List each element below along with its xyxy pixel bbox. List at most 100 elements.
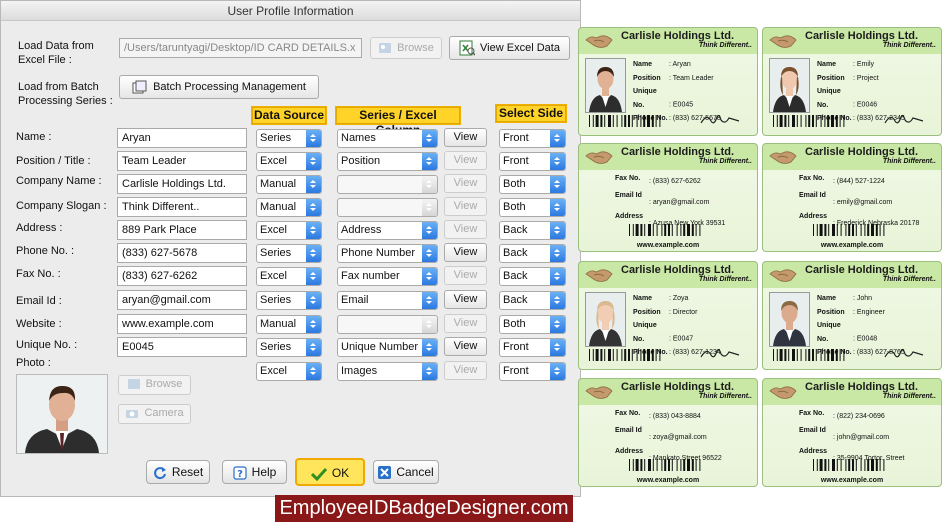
- input-company-name[interactable]: Carlisle Holdings Ltd.: [117, 174, 247, 194]
- card-company-name: Carlisle Holdings Ltd.: [621, 264, 735, 276]
- column-select-company-slogan-chevron-icon: [422, 199, 437, 216]
- input-unique-no[interactable]: E0045: [117, 337, 247, 357]
- excel-icon: [459, 40, 476, 56]
- card-company-name: Carlisle Holdings Ltd.: [805, 30, 919, 42]
- view-button-address[interactable]: View: [444, 220, 487, 239]
- column-select-phone-no[interactable]: Phone Number: [337, 244, 438, 263]
- column-select-company-name[interactable]: [337, 175, 438, 194]
- batch-processing-button[interactable]: Batch Processing Management: [119, 75, 319, 99]
- browse-excel-button[interactable]: Browse: [370, 37, 442, 59]
- column-select-phone-no-chevron-icon: [422, 245, 437, 262]
- ok-button[interactable]: OK: [295, 458, 365, 486]
- view-button-unique-no[interactable]: View: [444, 337, 487, 356]
- side-select-company-name-chevron-icon: [550, 176, 565, 193]
- side-select-company-slogan[interactable]: Both: [499, 198, 566, 217]
- view-button-photo[interactable]: View: [444, 361, 487, 380]
- card-photo-frame: [769, 58, 810, 113]
- series-column-header: Series / Excel Column: [336, 107, 460, 137]
- browse-photo-button[interactable]: Browse: [118, 375, 191, 395]
- help-button[interactable]: ? Help: [222, 460, 287, 484]
- input-website[interactable]: www.example.com: [117, 314, 247, 334]
- column-select-photo-value: Images: [341, 365, 378, 377]
- source-select-phone-no-chevron-icon: [306, 245, 321, 262]
- side-select-position-title-chevron-icon: [550, 153, 565, 170]
- cancel-button[interactable]: Cancel: [373, 460, 439, 484]
- column-select-address[interactable]: Address: [337, 221, 438, 240]
- card-slogan: Think Different..: [882, 42, 936, 49]
- source-select-name[interactable]: Series: [256, 129, 322, 148]
- column-select-email-id[interactable]: Email: [337, 291, 438, 310]
- card-row-email: Email Id: john@gmail.com: [799, 424, 904, 445]
- input-fax-no[interactable]: (833) 627-6262: [117, 266, 247, 286]
- side-select-unique-no[interactable]: Front: [499, 338, 566, 357]
- card-row-fax: Fax No.: (822) 234-0696: [799, 407, 904, 424]
- person-photo: [17, 375, 107, 453]
- source-select-fax-no-value: Excel: [260, 270, 287, 282]
- card-label-email: Email Id: [799, 192, 826, 199]
- source-select-unique-no-chevron-icon: [306, 339, 321, 356]
- column-select-position-title[interactable]: Position: [337, 152, 438, 171]
- input-email-id[interactable]: aryan@gmail.com: [117, 290, 247, 310]
- reset-button[interactable]: Reset: [146, 460, 210, 484]
- source-select-position-title[interactable]: Excel: [256, 152, 322, 171]
- view-button-email-id[interactable]: View: [444, 290, 487, 309]
- side-select-fax-no[interactable]: Back: [499, 267, 566, 286]
- source-select-fax-no[interactable]: Excel: [256, 267, 322, 286]
- handshake-icon: [769, 147, 797, 166]
- source-select-address[interactable]: Excel: [256, 221, 322, 240]
- side-select-address[interactable]: Back: [499, 221, 566, 240]
- source-select-company-slogan[interactable]: Manual: [256, 198, 322, 217]
- card-value-unique: E0046: [856, 101, 878, 109]
- input-phone-no[interactable]: (833) 627-5678: [117, 243, 247, 263]
- label-name: Name :: [16, 131, 52, 143]
- source-select-company-name[interactable]: Manual: [256, 175, 322, 194]
- side-select-photo[interactable]: Front: [499, 362, 566, 381]
- column-select-photo[interactable]: Images: [337, 362, 438, 381]
- camera-icon: [126, 410, 139, 419]
- input-position-title[interactable]: Team Leader: [117, 151, 247, 171]
- input-name[interactable]: Aryan: [117, 128, 247, 148]
- source-select-unique-no[interactable]: Series: [256, 338, 322, 357]
- reset-label: Reset: [171, 465, 204, 479]
- card-value-email: emily@gmail.com: [836, 199, 893, 206]
- side-select-company-name-value: Both: [503, 178, 526, 190]
- source-select-phone-no[interactable]: Series: [256, 244, 322, 263]
- side-select-position-title[interactable]: Front: [499, 152, 566, 171]
- source-select-website[interactable]: Manual: [256, 315, 322, 334]
- column-select-company-slogan[interactable]: [337, 198, 438, 217]
- source-select-photo[interactable]: Excel: [256, 362, 322, 381]
- excel-path-field[interactable]: /Users/taruntyagi/Desktop/ID CARD DETAIL…: [119, 38, 362, 58]
- column-select-unique-no[interactable]: Unique Number: [337, 338, 438, 357]
- barcode-icon: [589, 349, 673, 361]
- column-select-fax-no[interactable]: Fax number: [337, 267, 438, 286]
- card-label-address: Address: [799, 213, 828, 220]
- card-label-unique: Unique No.: [817, 322, 841, 343]
- view-button-name[interactable]: View: [444, 128, 487, 147]
- view-button-position-title[interactable]: View: [444, 151, 487, 170]
- camera-button[interactable]: Camera: [118, 404, 191, 424]
- view-excel-button[interactable]: View Excel Data: [449, 36, 570, 60]
- column-select-website[interactable]: [337, 315, 438, 334]
- view-button-company-name[interactable]: View: [444, 174, 487, 193]
- input-company-slogan[interactable]: Think Different..: [117, 197, 247, 217]
- side-select-email-id[interactable]: Back: [499, 291, 566, 310]
- column-select-photo-chevron-icon: [422, 363, 437, 380]
- column-select-website-chevron-icon: [422, 316, 437, 333]
- view-button-fax-no[interactable]: View: [444, 266, 487, 285]
- view-button-phone-no[interactable]: View: [444, 243, 487, 262]
- column-select-name[interactable]: Names: [337, 129, 438, 148]
- label-phone-no: Phone No. :: [16, 245, 75, 257]
- help-icon: ?: [233, 466, 247, 480]
- view-button-website[interactable]: View: [444, 314, 487, 333]
- input-address[interactable]: 889 Park Place: [117, 220, 247, 240]
- side-select-website[interactable]: Both: [499, 315, 566, 334]
- label-fax-no: Fax No. :: [16, 268, 61, 280]
- label-position-title: Position / Title :: [16, 155, 91, 167]
- side-select-phone-no[interactable]: Back: [499, 244, 566, 263]
- card-value-position: Director: [672, 308, 698, 316]
- view-button-company-slogan[interactable]: View: [444, 197, 487, 216]
- source-select-email-id[interactable]: Series: [256, 291, 322, 310]
- side-select-company-name[interactable]: Both: [499, 175, 566, 194]
- card-company-name: Carlisle Holdings Ltd.: [805, 264, 919, 276]
- side-select-name[interactable]: Front: [499, 129, 566, 148]
